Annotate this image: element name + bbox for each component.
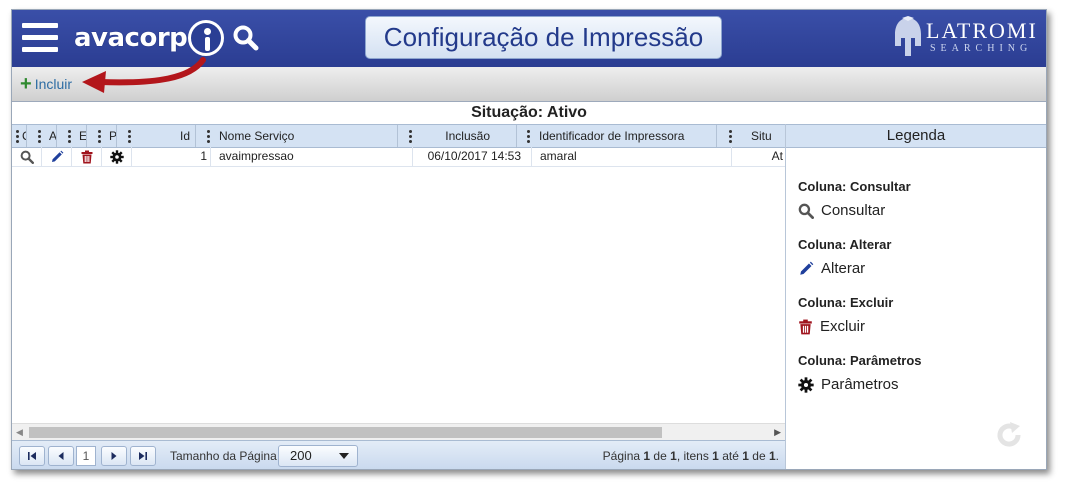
- cell-identificador: amaral: [532, 147, 732, 166]
- column-grip-icon[interactable]: [128, 130, 131, 143]
- col-header-excluir[interactable]: E: [57, 125, 87, 147]
- legend-item-consultar: Consultar: [798, 202, 885, 219]
- pencil-icon[interactable]: [50, 150, 64, 164]
- latromi-logo: LATROMI SEARCHING: [890, 12, 1040, 62]
- pager-info: Página 1 de 1, itens 1 até 1 de 1.: [602, 449, 779, 463]
- column-grip-icon[interactable]: [68, 130, 71, 143]
- first-page-button[interactable]: [19, 446, 45, 466]
- cell-alterar: [42, 147, 72, 166]
- next-page-button[interactable]: [101, 446, 127, 466]
- pencil-icon: [800, 261, 814, 275]
- scroll-right-icon[interactable]: ▶: [774, 427, 781, 438]
- search-icon[interactable]: [232, 24, 260, 52]
- cell-consultar: [12, 147, 42, 166]
- cell-id: 1: [132, 147, 211, 166]
- prev-page-icon: [58, 452, 64, 460]
- incluir-button[interactable]: + Incluir: [20, 73, 73, 95]
- search-icon[interactable]: [20, 150, 34, 164]
- legend-section-title: Coluna: Excluir: [798, 295, 894, 310]
- prev-page-button[interactable]: [48, 446, 74, 466]
- scroll-thumb[interactable]: [29, 427, 662, 438]
- column-grip-icon[interactable]: [16, 130, 19, 143]
- grid-header: C A E P Id Nome Serviço: [12, 124, 785, 148]
- col-header-id[interactable]: Id: [117, 125, 196, 147]
- logo-text: avacorp: [74, 23, 188, 53]
- search-icon: [798, 203, 814, 219]
- legend-item-excluir: Excluir: [798, 318, 865, 335]
- column-grip-icon[interactable]: [38, 130, 41, 143]
- cell-nome-servico: avaimpressao: [211, 147, 413, 166]
- scroll-left-icon[interactable]: ◀: [16, 427, 23, 438]
- app-window: avacorp Configuração de Impressão LATROM…: [11, 9, 1047, 470]
- last-page-icon: [139, 452, 147, 460]
- col-header-alterar[interactable]: A: [27, 125, 57, 147]
- cell-excluir: [72, 147, 102, 166]
- page-size-label: Tamanho da Página: [170, 449, 277, 463]
- col-header-consultar[interactable]: C: [12, 125, 27, 147]
- column-grip-icon[interactable]: [98, 130, 101, 143]
- gear-icon[interactable]: [109, 149, 124, 164]
- gear-icon: [798, 376, 814, 393]
- info-icon: [188, 20, 225, 56]
- table-row[interactable]: 1 avaimpressao 06/10/2017 14:53 amaral A…: [12, 147, 785, 167]
- column-grip-icon[interactable]: [409, 130, 412, 143]
- cell-inclusao: 06/10/2017 14:53: [413, 147, 532, 166]
- col-header-identificador[interactable]: Identificador de Impressora: [517, 125, 717, 147]
- avacorp-logo: avacorp: [74, 20, 225, 56]
- col-header-inclusao[interactable]: Inclusão: [398, 125, 517, 147]
- legend-section-title: Coluna: Alterar: [798, 237, 892, 252]
- col-header-situacao[interactable]: Situ: [717, 125, 785, 147]
- page-size-value: 200: [290, 448, 312, 463]
- page-title-box: Configuração de Impressão: [365, 16, 722, 59]
- page-size-select[interactable]: 200: [278, 445, 358, 467]
- cell-parametros: [102, 147, 132, 166]
- plus-icon: +: [20, 73, 32, 95]
- menu-icon[interactable]: [22, 23, 58, 53]
- col-header-nome-servico[interactable]: Nome Serviço: [196, 125, 398, 147]
- cell-situacao: At: [771, 149, 783, 163]
- legend-section-title: Coluna: Consultar: [798, 179, 911, 194]
- column-grip-icon[interactable]: [207, 130, 210, 143]
- pointer-arrow-icon: [82, 57, 206, 93]
- legend-item-alterar: Alterar: [798, 260, 865, 277]
- first-page-icon: [28, 452, 36, 460]
- pager: 1 Tamanho da Página 200 Página 1 de 1, i…: [12, 440, 785, 469]
- legend-item-parametros: Parâmetros: [798, 376, 899, 393]
- helmet-icon: [895, 16, 921, 56]
- current-page-indicator[interactable]: 1: [76, 446, 96, 466]
- legend-section-title: Coluna: Parâmetros: [798, 353, 922, 368]
- next-page-icon: [111, 452, 117, 460]
- chevron-down-icon: [339, 453, 349, 459]
- situacao-label: Situação: Ativo: [471, 104, 587, 121]
- column-grip-icon[interactable]: [729, 130, 732, 143]
- legend-panel: Legenda Coluna: Consultar Consultar Colu…: [786, 124, 1046, 469]
- brand-name: LATROMI: [926, 18, 1038, 43]
- brand-subtitle: SEARCHING: [930, 43, 1033, 54]
- refresh-icon[interactable]: [994, 420, 1024, 450]
- last-page-button[interactable]: [130, 446, 156, 466]
- trash-icon[interactable]: [80, 150, 93, 164]
- legend-title: Legenda: [786, 124, 1046, 148]
- page-title: Configuração de Impressão: [383, 22, 704, 52]
- col-header-parametros[interactable]: P: [87, 125, 117, 147]
- horizontal-scrollbar[interactable]: ◀ ▶: [12, 423, 785, 441]
- incluir-label: Incluir: [34, 76, 73, 92]
- trash-icon: [799, 319, 812, 334]
- data-grid: C A E P Id Nome Serviço: [12, 124, 786, 469]
- column-grip-icon[interactable]: [527, 130, 530, 143]
